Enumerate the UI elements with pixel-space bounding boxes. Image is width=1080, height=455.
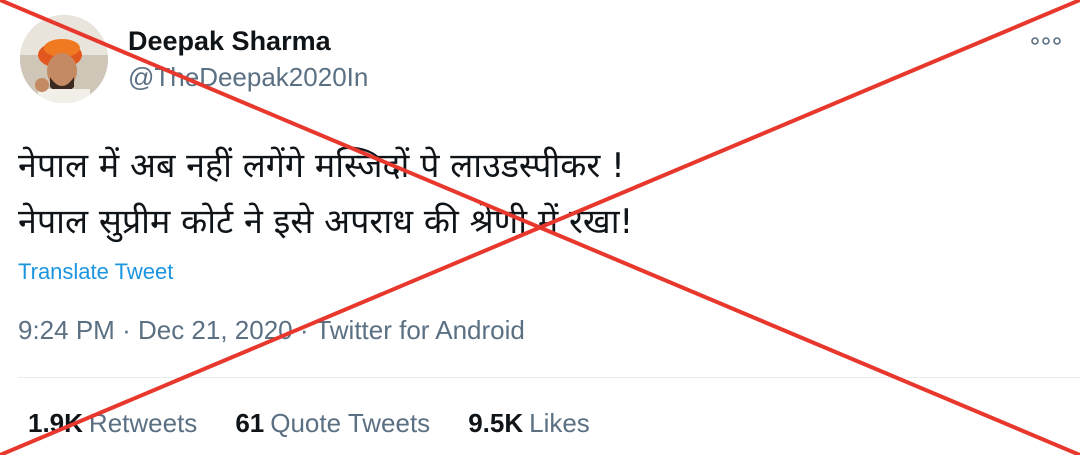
quote-tweets-count: 61 [235, 408, 265, 438]
tweet-source[interactable]: Twitter for Android [315, 315, 525, 345]
tweet-metadata: 9:24 PM · Dec 21, 2020 · Twitter for And… [18, 315, 525, 346]
divider [18, 377, 1080, 378]
tweet-stats: 1.9K Retweets 61 Quote Tweets 9.5K Likes [28, 408, 590, 439]
tweet-text: नेपाल में अब नहीं लगेंगे मस्जिदों पे लाउ… [18, 138, 1058, 250]
tweet-date[interactable]: Dec 21, 2020 [138, 315, 293, 345]
avatar[interactable] [20, 15, 108, 103]
likes-stat[interactable]: 9.5K Likes [468, 408, 590, 439]
likes-count: 9.5K [468, 408, 524, 438]
quote-tweets-label: Quote Tweets [270, 408, 431, 438]
more-options-icon [1031, 37, 1061, 45]
retweets-stat[interactable]: 1.9K Retweets [28, 408, 197, 439]
retweets-count: 1.9K [28, 408, 83, 438]
author-handle[interactable]: @TheDeepak2020In [128, 62, 368, 93]
meta-separator: · [122, 315, 131, 345]
meta-separator: · [299, 315, 309, 345]
likes-label: Likes [529, 408, 590, 438]
author-name[interactable]: Deepak Sharma [128, 26, 331, 57]
tweet-time[interactable]: 9:24 PM [18, 315, 115, 345]
avatar-image [20, 15, 108, 103]
more-options-button[interactable] [1026, 28, 1066, 54]
retweets-label: Retweets [88, 408, 198, 438]
tweet-line: नेपाल सुप्रीम कोर्ट ने इसे अपराध की श्रे… [18, 202, 634, 242]
translate-tweet-link[interactable]: Translate Tweet [18, 259, 173, 285]
tweet-line: नेपाल में अब नहीं लगेंगे मस्जिदों पे लाउ… [18, 146, 625, 186]
quote-tweets-stat[interactable]: 61 Quote Tweets [235, 408, 430, 439]
